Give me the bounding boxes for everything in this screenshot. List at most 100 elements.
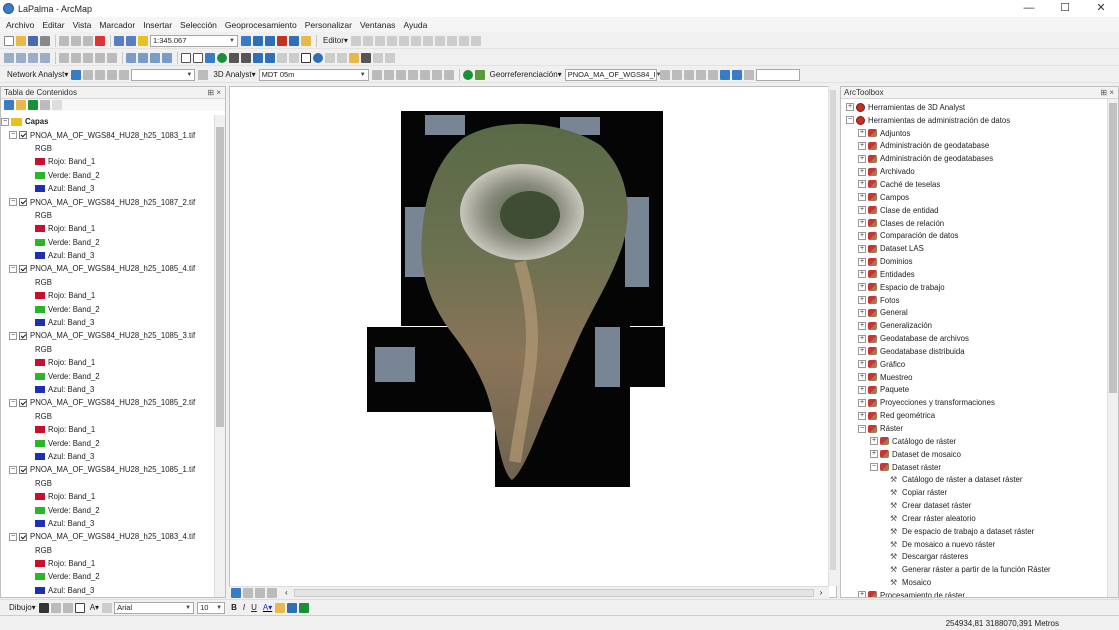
menu-vista[interactable]: Vista <box>73 20 92 30</box>
network-dataset-combo[interactable]: ▼ <box>131 68 196 81</box>
layer-visibility-checkbox[interactable] <box>19 532 27 541</box>
tool-item[interactable]: ⚒ Mosaico <box>844 576 1106 589</box>
arctoolbox-pin-icon[interactable]: ⊞ × <box>1100 87 1114 98</box>
toolset-item[interactable]: + Caché de teselas <box>844 178 1106 191</box>
minimize-button[interactable]: — <box>1011 0 1047 17</box>
add-control-points-icon[interactable] <box>695 69 706 80</box>
interpolate-point-icon[interactable] <box>419 69 430 80</box>
marker-color-icon[interactable] <box>299 602 310 613</box>
collapse-icon[interactable]: − <box>9 264 17 273</box>
drawing-menu[interactable]: Dibujo▾ <box>9 603 36 612</box>
layer-item[interactable]: − PNOA_MA_OF_WGS84_HU28_h25_1087_2.tif <box>1 195 213 208</box>
layer-tool-2-icon[interactable] <box>16 52 26 63</box>
layer-tool-3-icon[interactable] <box>28 52 38 63</box>
find-icon[interactable] <box>325 52 335 63</box>
toolset-item[interactable]: + Muestreo <box>844 371 1106 384</box>
layer-item[interactable]: − PNOA_MA_OF_WGS84_HU28_h25_1085_2.tif <box>1 396 213 409</box>
toc-options-icon[interactable] <box>52 100 62 110</box>
toolset-item[interactable]: + Administración de geodatabases <box>844 152 1106 165</box>
select-elements-draw-icon[interactable] <box>38 602 49 613</box>
expand-icon[interactable]: + <box>858 180 866 189</box>
toolset-item[interactable]: + Archivado <box>844 165 1106 178</box>
measure-icon[interactable] <box>337 52 347 63</box>
collapse-icon[interactable]: − <box>9 465 17 474</box>
fixed-zoom-in-icon[interactable] <box>229 52 239 63</box>
expand-icon[interactable]: + <box>858 219 866 228</box>
expand-icon[interactable]: + <box>858 283 866 292</box>
expand-icon[interactable]: + <box>858 296 866 305</box>
arcscene-icon[interactable] <box>443 69 454 80</box>
expand-icon[interactable]: + <box>870 437 878 446</box>
hyperlink-icon[interactable] <box>349 52 359 63</box>
menu-editar[interactable]: Editar <box>42 20 64 30</box>
grid-tool-3-icon[interactable] <box>83 52 93 63</box>
arcglobe-icon[interactable] <box>462 69 473 80</box>
tool-item[interactable]: ⚒ Crear ráster aleatorio <box>844 512 1106 525</box>
list-by-drawing-order-icon[interactable] <box>4 100 14 110</box>
expand-icon[interactable]: + <box>858 360 866 369</box>
scale-raster-icon[interactable] <box>683 69 694 80</box>
layer-item[interactable]: − PNOA_MA_OF_WGS84_HU28_h25_1083_1.tif <box>1 128 213 141</box>
grid-tool-2-icon[interactable] <box>71 52 81 63</box>
map-view[interactable] <box>229 86 837 598</box>
contour-icon[interactable] <box>371 69 382 80</box>
arctoolbox-scroll-thumb[interactable] <box>1109 103 1117 393</box>
data-view-icon[interactable] <box>231 587 241 598</box>
layers-root[interactable]: − Capas <box>1 115 213 128</box>
paste-icon[interactable] <box>83 35 93 46</box>
list-by-selection-icon[interactable] <box>40 100 50 110</box>
expand-icon[interactable]: + <box>858 231 866 240</box>
copy-icon[interactable] <box>71 35 81 46</box>
rectangle-icon[interactable] <box>74 602 85 613</box>
expand-icon[interactable]: + <box>858 206 866 215</box>
georef-layer-combo[interactable]: PNOA_MA_OF_WGS84_I ▼ <box>564 68 662 81</box>
text-tool-icon[interactable]: A▾ <box>90 603 99 612</box>
expand-icon[interactable]: + <box>858 347 866 356</box>
tool-item[interactable]: ⚒ Generar ráster a partir de la función R… <box>844 563 1106 576</box>
catalog-icon[interactable] <box>265 35 275 46</box>
raster-toolset-item[interactable]: + Catálogo de ráster <box>844 435 1106 448</box>
create-viewer-icon[interactable] <box>385 52 395 63</box>
print-icon[interactable] <box>40 35 50 46</box>
3d-analyst-menu[interactable]: 3D Analyst▾ <box>213 70 255 79</box>
map-scroll-thumb[interactable] <box>830 90 836 570</box>
collapse-icon[interactable]: − <box>858 424 866 433</box>
layer-visibility-checkbox[interactable] <box>19 198 27 207</box>
select-elements-icon[interactable] <box>301 52 311 63</box>
network-tool-2-icon[interactable] <box>95 69 106 80</box>
menu-geoprocesamiento[interactable]: Geoprocesamiento <box>225 20 297 30</box>
pan-icon[interactable] <box>205 52 215 63</box>
menu-ventanas[interactable]: Ventanas <box>360 20 395 30</box>
toolset-item[interactable]: + Proyecciones y transformaciones <box>844 396 1106 409</box>
scroll-right-icon[interactable]: › <box>820 588 823 597</box>
html-popup-icon[interactable] <box>361 52 371 63</box>
collapse-icon[interactable]: − <box>9 331 17 340</box>
split-icon[interactable] <box>422 35 433 46</box>
view-link-table-icon[interactable] <box>719 69 730 80</box>
tool-item[interactable]: ⚒ De mosaico a nuevo ráster <box>844 538 1106 551</box>
toolset-item[interactable]: + Espacio de trabajo <box>844 281 1106 294</box>
time-slider-icon[interactable] <box>373 52 383 63</box>
tool-item[interactable]: ⚒ Catálogo de ráster a dataset ráster <box>844 473 1106 486</box>
raster-toolset-item[interactable]: − Dataset ráster <box>844 461 1106 474</box>
cut-polygon-icon[interactable] <box>410 35 421 46</box>
menu-archivo[interactable]: Archivo <box>6 20 34 30</box>
percent-tool-icon[interactable] <box>107 52 117 63</box>
toolbox-item[interactable]: + Herramientas de 3D Analyst <box>844 101 1106 114</box>
network-tool-5-icon[interactable] <box>198 69 209 80</box>
georef-tool-icon[interactable] <box>474 69 485 80</box>
pause-drawing-icon[interactable] <box>267 587 277 598</box>
expand-icon[interactable]: + <box>858 270 866 279</box>
map-horizontal-scrollbar[interactable] <box>293 588 814 597</box>
toolset-item[interactable]: + Administración de geodatabase <box>844 140 1106 153</box>
menu-personalizar[interactable]: Personalizar <box>305 20 352 30</box>
create-features-icon[interactable] <box>470 35 481 46</box>
underline-button[interactable]: U <box>251 603 257 612</box>
zoom-out-icon[interactable] <box>193 52 203 63</box>
font-combo[interactable]: Arial ▼ <box>114 601 195 614</box>
select-features-icon[interactable] <box>277 52 287 63</box>
expand-icon[interactable]: + <box>858 257 866 266</box>
model-builder-icon[interactable] <box>301 35 311 46</box>
toolset-item[interactable]: + Procesamiento de ráster <box>844 589 1106 597</box>
font-color-button[interactable]: A▾ <box>263 603 272 612</box>
